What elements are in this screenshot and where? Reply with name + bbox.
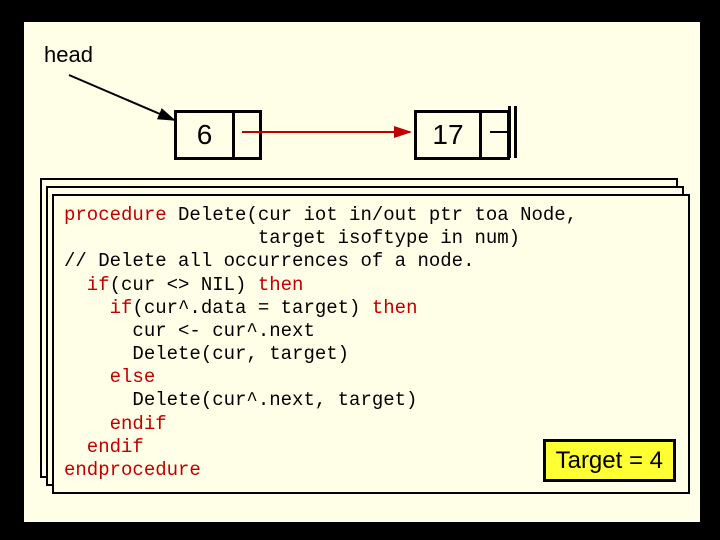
nil-line [490,122,512,142]
code-l2: target isoftype in num) [64,227,520,249]
node-6-value: 6 [177,113,235,157]
code-l6: cur <- cur^.next [64,320,315,342]
code-box: procedure Delete(cur iot in/out ptr toa … [52,194,690,494]
kw-then1: then [258,274,304,296]
target-box: Target = 4 [543,439,676,482]
nil-bar-2 [514,106,517,158]
code-l9: Delete(cur^.next, target) [64,389,417,411]
code-l7: Delete(cur, target) [64,343,349,365]
slide-canvas: head 6 17 procedure Delete(cur iot in/ou… [22,20,702,524]
link-arrow [242,122,422,146]
code-l3: // Delete all occurrences of a node. [64,250,474,272]
kw-procedure: procedure [64,204,167,226]
node-17-value: 17 [417,113,482,157]
kw-then2: then [372,297,418,319]
code-l5b: (cur^.data = target) [132,297,371,319]
kw-endif2: endif [64,436,144,458]
code-l4b: (cur <> NIL) [110,274,258,296]
kw-endif1: endif [64,413,167,435]
kw-endprocedure: endprocedure [64,459,201,481]
head-arrow [64,70,184,130]
code-l1b: Delete(cur iot in/out ptr toa Node, [167,204,577,226]
kw-if1: if [64,274,110,296]
kw-else: else [64,366,155,388]
kw-if2: if [64,297,132,319]
head-label: head [44,42,93,68]
